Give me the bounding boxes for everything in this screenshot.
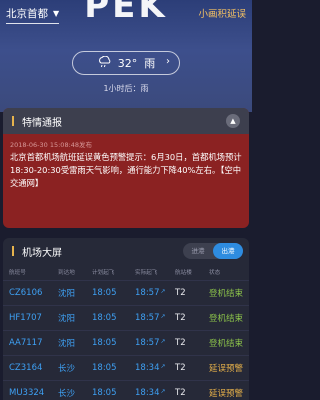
- flight-status: 登机结束: [209, 339, 244, 349]
- flight-number: CZ6106: [9, 288, 43, 298]
- flight-status: 延误预警: [209, 364, 244, 374]
- terminal: T2: [175, 288, 186, 298]
- rain-cloud-icon: [97, 55, 111, 71]
- flight-number: MU3324: [9, 388, 45, 398]
- planned-time: 18:05: [92, 388, 117, 398]
- planned-time: 18:05: [92, 288, 117, 298]
- actual-time: 18:57↗: [135, 313, 166, 323]
- board-title: 机场大屏: [22, 247, 62, 259]
- collapse-chevron-up-icon[interactable]: ▲: [226, 114, 240, 128]
- location-name: 北京首都: [6, 8, 48, 20]
- arrival-departure-toggle: 进港 出港: [183, 243, 243, 259]
- terminal: T2: [175, 313, 186, 323]
- section-accent-bar: [12, 116, 14, 126]
- airport-board: 机场大屏 进港 出港 航班号 到达地 计划起飞 实际起飞 航站楼 状态 CZ61…: [3, 238, 249, 400]
- actual-time: 18:57↗: [135, 338, 166, 348]
- top-bar: 北京首都 ▼ 小画积延误: [0, 0, 252, 26]
- column-header: 到达地: [58, 270, 75, 276]
- estimate-mark-icon: ↗: [160, 338, 166, 345]
- table-row[interactable]: HF1707 沈阳 18:05 18:57↗ T2 登机结束: [3, 305, 249, 330]
- destination: 沈阳: [58, 289, 76, 299]
- flight-status: 延误预警: [209, 389, 244, 399]
- estimate-mark-icon: ↗: [160, 388, 166, 395]
- chevron-right-icon: ›: [166, 56, 170, 67]
- terminal: T2: [175, 363, 186, 373]
- column-header: 状态: [209, 270, 221, 276]
- alert-text: 北京首都机场航班延误黄色预警提示：6月30日，首都机场预计18:30-20:30…: [10, 152, 242, 188]
- estimate-mark-icon: ↗: [160, 288, 166, 295]
- tab-arrivals[interactable]: 进港: [183, 243, 213, 259]
- destination: 沈阳: [58, 339, 76, 349]
- actual-time: 18:57↗: [135, 288, 166, 298]
- section-accent-bar: [12, 246, 14, 256]
- terminal: T2: [175, 338, 186, 348]
- table-row[interactable]: MU3324 长沙 18:05 18:34↗ T2 延误预警: [3, 380, 249, 400]
- tab-departures[interactable]: 出港: [213, 243, 243, 259]
- planned-time: 18:05: [92, 338, 117, 348]
- table-row[interactable]: AA7117 沈阳 18:05 18:57↗ T2 登机结束: [3, 330, 249, 355]
- planned-time: 18:05: [92, 313, 117, 323]
- alert-header: 特情通报: [3, 108, 249, 134]
- column-header: 航班号: [9, 270, 26, 276]
- location-underline: [6, 23, 60, 24]
- chevron-down-icon: ▼: [53, 9, 60, 18]
- flight-status: 登机结束: [209, 314, 244, 324]
- flight-status: 登机结束: [209, 289, 244, 299]
- actual-time: 18:34↗: [135, 363, 166, 373]
- temperature: 32°: [117, 56, 138, 70]
- flight-number: CZ3164: [9, 363, 43, 373]
- alert-card: 特情通报 ▲ 2018-06-30 15:08:48发布 北京首都机场航班延误黄…: [3, 108, 249, 228]
- weather-forecast: 1小时后：雨: [103, 84, 149, 93]
- table-row[interactable]: CZ3164 长沙 18:05 18:34↗ T2 延误预警: [3, 355, 249, 380]
- weather-condition: 雨: [144, 57, 156, 70]
- terminal: T2: [175, 388, 186, 398]
- planned-time: 18:05: [92, 363, 117, 373]
- mini-program-link[interactable]: 小画积延误: [198, 6, 246, 20]
- column-header: 航站楼: [175, 270, 192, 276]
- flight-number: HF1707: [9, 313, 42, 323]
- estimate-mark-icon: ↗: [160, 313, 166, 320]
- flight-number: AA7117: [9, 338, 43, 348]
- location-selector[interactable]: 北京首都 ▼: [6, 6, 60, 24]
- alert-title: 特情通报: [22, 117, 62, 129]
- weather-pill[interactable]: 32° 雨 ›: [72, 51, 180, 75]
- destination: 长沙: [58, 364, 76, 374]
- column-header: 计划起飞: [92, 270, 115, 276]
- destination: 长沙: [58, 389, 76, 399]
- estimate-mark-icon: ↗: [160, 363, 166, 370]
- alert-time: 2018-06-30 15:08:48发布: [10, 141, 93, 149]
- destination: 沈阳: [58, 314, 76, 324]
- table-header: 航班号 到达地 计划起飞 实际起飞 航站楼 状态: [3, 264, 249, 280]
- table-row[interactable]: CZ6106 沈阳 18:05 18:57↗ T2 登机结束: [3, 280, 249, 305]
- actual-time: 18:34↗: [135, 388, 166, 398]
- column-header: 实际起飞: [135, 270, 158, 276]
